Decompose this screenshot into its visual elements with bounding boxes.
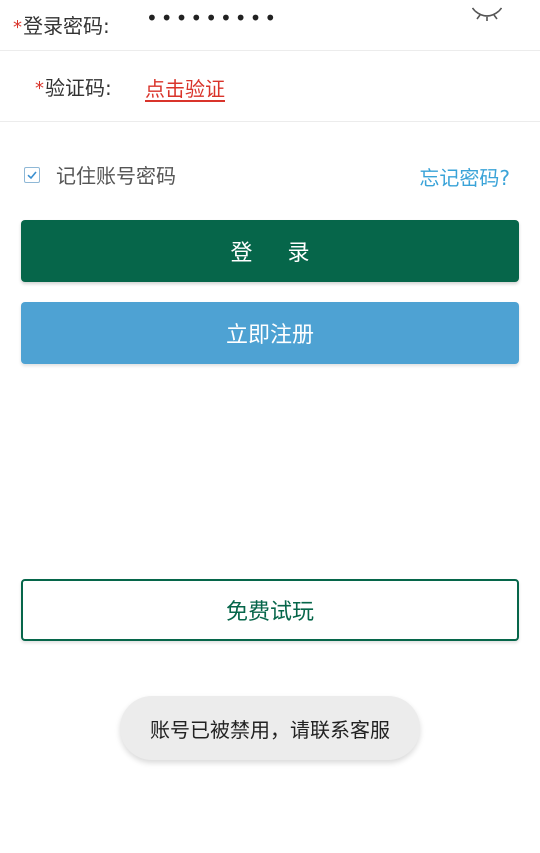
remember-checkbox[interactable] <box>24 166 40 183</box>
free-trial-button[interactable]: 免费试玩 <box>21 579 519 641</box>
captcha-verify-link[interactable]: 点击验证 <box>145 73 225 102</box>
required-mark: * <box>13 16 22 38</box>
required-mark: * <box>35 77 44 99</box>
password-row: * 登录密码: ••••••••• <box>0 0 540 51</box>
register-button[interactable]: 立即注册 <box>21 302 519 364</box>
remember-password-toggle[interactable]: 记住账号密码 <box>24 160 176 189</box>
password-input[interactable]: ••••••••• <box>146 6 279 30</box>
eye-closed-icon[interactable] <box>472 4 502 24</box>
checkmark-icon <box>27 170 37 179</box>
forgot-password-link[interactable]: 忘记密码? <box>419 162 510 191</box>
toast-message: 账号已被禁用，请联系客服 <box>120 696 420 760</box>
captcha-row: * 验证码: 点击验证 <box>0 51 540 122</box>
password-label: 登录密码: <box>23 13 110 38</box>
captcha-label: 验证码: <box>45 75 112 100</box>
remember-label: 记住账号密码 <box>56 164 176 188</box>
login-button[interactable]: 登 录 <box>21 220 519 282</box>
login-page: * 登录密码: ••••••••• * 验证码: 点击验证 记住账号密码 忘记密… <box>0 0 540 853</box>
